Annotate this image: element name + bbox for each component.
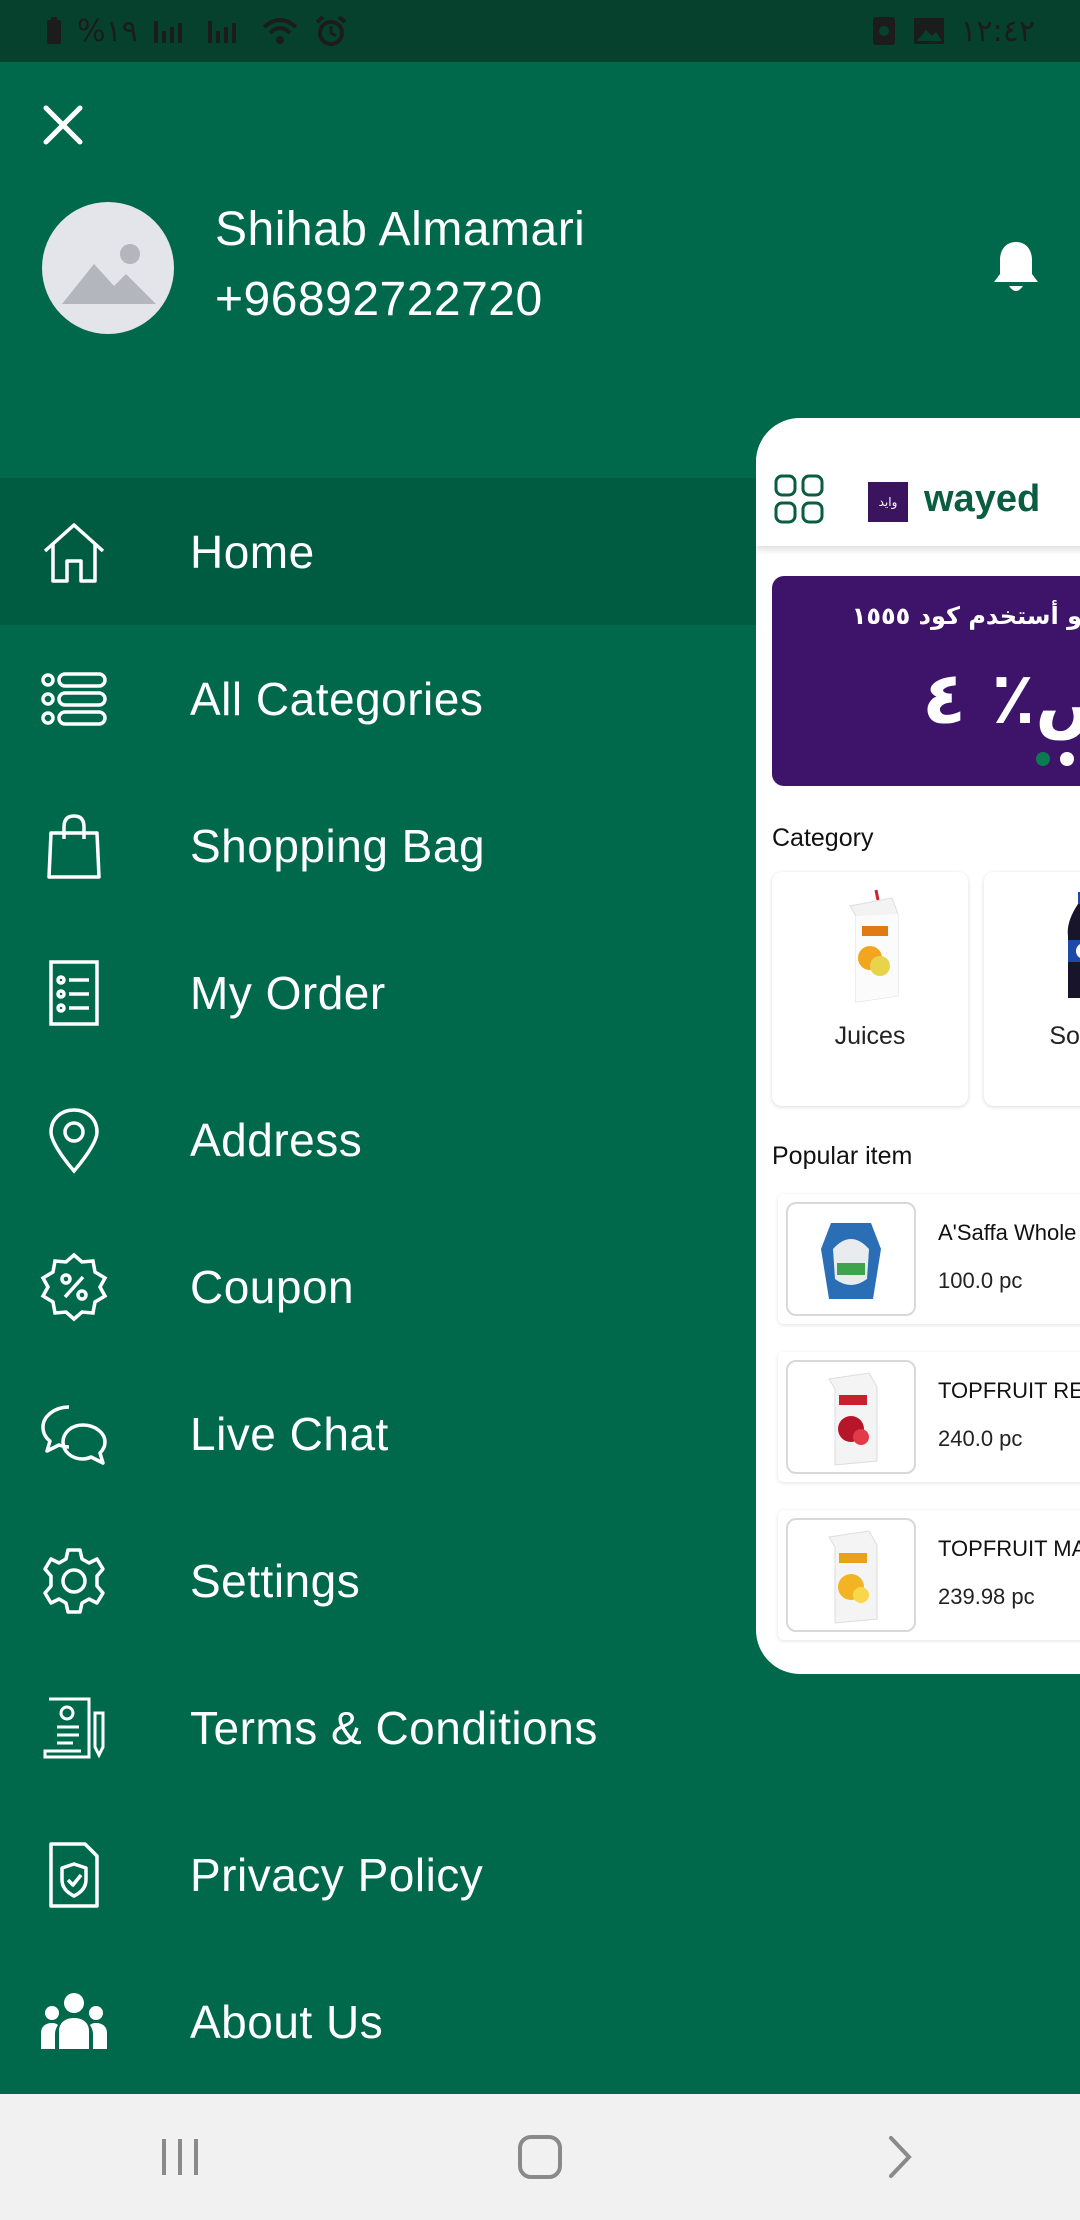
menu-item-privacy[interactable]: Privacy Policy <box>0 1801 760 1948</box>
home-icon <box>38 516 110 588</box>
category-label: Juices <box>834 1022 906 1050</box>
menu-label: Live Chat <box>190 1407 389 1460</box>
shield-document-icon <box>38 1839 110 1911</box>
carousel-dot <box>1060 752 1074 766</box>
shopping-bag-icon <box>38 810 110 882</box>
system-nav-bar <box>0 2094 1080 2220</box>
menu-label: Coupon <box>190 1260 355 1313</box>
item-name: TOPFRUIT RED <box>938 1378 1080 1403</box>
user-name: Shihab Almamari <box>215 203 586 256</box>
screen-record-icon <box>873 17 896 45</box>
item-price: 240.0 pc <box>938 1426 1023 1451</box>
home-square-icon <box>518 2135 562 2179</box>
menu-item-shopping-bag[interactable]: Shopping Bag <box>0 772 760 919</box>
banner-text: و أستخدم كود ١٥٥٥ <box>851 602 1080 630</box>
chicken-pack-image <box>821 1223 881 1299</box>
menu-label: Settings <box>190 1554 361 1607</box>
gallery-icon <box>914 18 945 44</box>
menu-label: Shopping Bag <box>190 819 486 872</box>
menu-label: Terms & Conditions <box>190 1701 598 1754</box>
category-card-juices[interactable]: Juices <box>772 872 968 1106</box>
menu-item-coupon[interactable]: Coupon <box>0 1213 760 1360</box>
promo-banner[interactable]: و أستخدم كود ١٥٥٥ ض٪ ٤ <box>772 576 1080 786</box>
user-phone: +96892722720 <box>215 273 543 326</box>
menu-item-about-us[interactable]: About Us <box>0 1948 760 2095</box>
battery-percent: %١٩ <box>77 13 138 49</box>
coupon-icon <box>38 1251 110 1323</box>
menu-item-all-categories[interactable]: All Categories <box>0 625 760 772</box>
location-pin-icon <box>38 1104 110 1176</box>
recent-apps-button[interactable] <box>135 2112 225 2202</box>
document-icon <box>38 1692 110 1764</box>
home-button[interactable] <box>495 2112 585 2202</box>
chat-icon <box>38 1398 110 1470</box>
close-button[interactable] <box>40 102 86 148</box>
item-price: 239.98 pc <box>938 1584 1035 1609</box>
avatar[interactable] <box>42 202 174 334</box>
item-thumbnail <box>786 1360 916 1474</box>
bell-icon <box>994 242 1038 291</box>
gear-icon <box>38 1545 110 1617</box>
list-icon <box>38 663 110 735</box>
menu-label: My Order <box>190 966 386 1019</box>
wifi-icon <box>262 18 298 44</box>
alarm-icon <box>315 15 347 46</box>
close-icon <box>43 105 83 145</box>
status-left: %١٩ <box>45 14 348 49</box>
popular-title: Popular item <box>772 1142 913 1170</box>
category-label: Soft d <box>1049 1022 1080 1050</box>
image-placeholder-icon <box>62 244 156 304</box>
chevron-right-icon <box>889 2136 912 2178</box>
category-card-soft-drinks[interactable]: Soft d <box>984 872 1080 1106</box>
status-right: ١٢:٤٢ <box>870 14 1035 49</box>
recent-apps-icon <box>162 2139 198 2175</box>
back-button[interactable] <box>855 2112 945 2202</box>
grid-menu-icon <box>774 474 824 524</box>
menu-item-live-chat[interactable]: Live Chat <box>0 1360 760 1507</box>
status-bar: %١٩ ١٢:٤٢ <box>0 0 1080 62</box>
signal-icon <box>153 21 182 43</box>
menu-label: Home <box>190 525 315 578</box>
item-name: A'Saffa Whole <box>938 1220 1077 1245</box>
popular-item[interactable]: TOPFRUIT MAN 239.98 pc <box>778 1510 1080 1640</box>
battery-icon <box>47 17 61 44</box>
brand-logo: وايد <box>868 482 908 522</box>
carousel-dot-active <box>1036 752 1050 766</box>
menu-label: Privacy Policy <box>190 1848 484 1901</box>
banner-headline: ض٪ ٤ <box>922 656 1080 740</box>
item-thumbnail <box>786 1202 916 1316</box>
brand-name: wayed <box>924 478 1041 520</box>
menu-label: Address <box>190 1113 363 1166</box>
menu-item-home[interactable]: Home <box>0 478 760 625</box>
drawer-menu: Home All Categories Shopping Bag My Orde… <box>0 478 760 2095</box>
menu-label: All Categories <box>190 672 484 725</box>
menu-item-my-order[interactable]: My Order <box>0 919 760 1066</box>
menu-item-terms[interactable]: Terms & Conditions <box>0 1654 760 1801</box>
category-title: Category <box>772 824 874 852</box>
menu-label: About Us <box>190 1995 384 2048</box>
popular-item[interactable]: TOPFRUIT RED 240.0 pc <box>778 1352 1080 1482</box>
menu-item-address[interactable]: Address <box>0 1066 760 1213</box>
preview-topbar: وايد wayed <box>756 418 1080 546</box>
home-preview-card[interactable]: وايد wayed و أستخدم كود ١٥٥٥ ض٪ ٤ Catego… <box>756 418 1080 1674</box>
order-list-icon <box>38 957 110 1029</box>
item-price: 100.0 pc <box>938 1268 1023 1293</box>
juice-carton-image <box>828 1530 878 1624</box>
notification-button[interactable] <box>990 238 1042 296</box>
item-name: TOPFRUIT MAN <box>938 1536 1080 1561</box>
item-thumbnail <box>786 1518 916 1632</box>
people-icon <box>38 1986 110 2058</box>
juice-carton-image <box>849 889 899 1003</box>
menu-item-settings[interactable]: Settings <box>0 1507 760 1654</box>
clock: ١٢:٤٢ <box>960 13 1035 49</box>
soda-bottle-image <box>1067 892 1080 998</box>
juice-carton-image <box>828 1372 878 1466</box>
popular-item[interactable]: A'Saffa Whole 100.0 pc <box>778 1194 1080 1324</box>
signal-icon-2 <box>207 21 236 43</box>
